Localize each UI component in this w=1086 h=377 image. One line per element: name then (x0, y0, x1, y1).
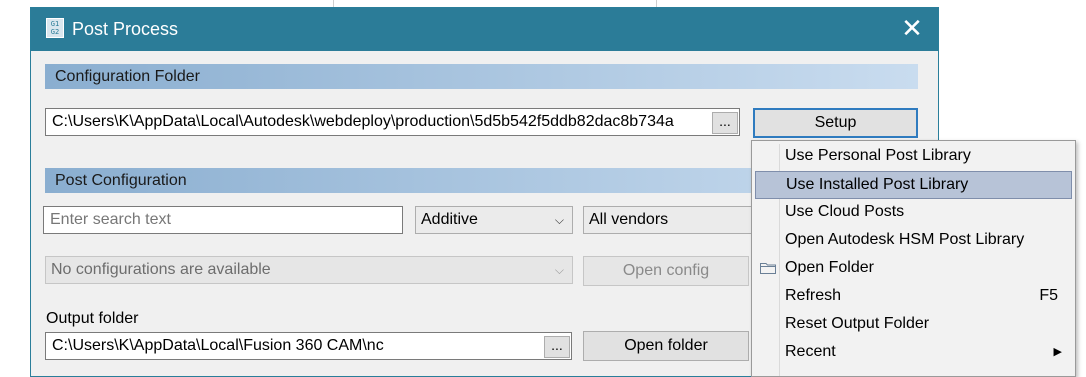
category-value: Additive (421, 211, 478, 228)
app-icon: G1 G2 (46, 18, 64, 38)
menu-item-use-cloud-posts[interactable]: Use Cloud Posts (755, 199, 1072, 227)
open-config-button[interactable]: Open config (583, 256, 749, 286)
search-placeholder: Enter search text (50, 211, 171, 228)
menu-item-shortcut: F5 (1039, 287, 1058, 304)
menu-item-reset-output-folder[interactable]: Reset Output Folder (755, 311, 1072, 339)
configuration-folder-browse-button[interactable]: ... (712, 112, 738, 134)
menu-item-use-personal-post-library[interactable]: Use Personal Post Library (755, 143, 1072, 171)
menu-item-refresh[interactable]: Refresh F5 (755, 283, 1072, 311)
configuration-select[interactable]: No configurations are available ⌵ (45, 256, 573, 284)
configuration-value: No configurations are available (51, 261, 271, 278)
menu-item-label: Recent (785, 343, 836, 360)
folder-icon (760, 263, 776, 274)
open-folder-button[interactable]: Open folder (583, 331, 749, 361)
menu-item-open-autodesk-hsm-post-library[interactable]: Open Autodesk HSM Post Library (755, 227, 1072, 255)
submenu-arrow-icon: ▶ (1053, 345, 1062, 358)
close-icon: ✕ (901, 14, 923, 44)
menu-item-label: Open Autodesk HSM Post Library (785, 231, 1025, 248)
menu-item-label: Use Cloud Posts (785, 203, 905, 220)
chevron-down-icon: ⌵ (554, 263, 564, 277)
menu-item-label: Open Folder (785, 259, 874, 276)
menu-item-open-folder[interactable]: Open Folder (755, 255, 1072, 283)
chevron-down-icon: ⌵ (554, 213, 564, 227)
menu-item-label: Use Personal Post Library (785, 147, 971, 164)
output-folder-label: Output folder (46, 310, 139, 327)
title-bar[interactable]: G1 G2 Post Process ✕ (31, 8, 938, 51)
configuration-folder-header: Configuration Folder (45, 64, 918, 89)
output-folder-path-text: C:\Users\K\AppData\Local\Fusion 360 CAM\… (52, 337, 384, 354)
output-folder-path-field[interactable]: C:\Users\K\AppData\Local\Fusion 360 CAM\… (45, 332, 572, 360)
vendor-value: All vendors (589, 211, 669, 228)
close-button[interactable]: ✕ (896, 13, 928, 45)
menu-item-label: Use Installed Post Library (786, 176, 969, 193)
menu-item-recent[interactable]: Recent ▶ (755, 339, 1072, 367)
menu-item-label: Reset Output Folder (785, 315, 930, 332)
setup-context-menu: Use Personal Post Library Use Installed … (751, 140, 1076, 377)
output-folder-browse-button[interactable]: ... (544, 336, 570, 358)
configuration-folder-path-field[interactable]: C:\Users\K\AppData\Local\Autodesk\webdep… (45, 108, 740, 136)
configuration-folder-path-text: C:\Users\K\AppData\Local\Autodesk\webdep… (52, 113, 674, 130)
window-title: Post Process (72, 19, 179, 39)
setup-button[interactable]: Setup (753, 108, 918, 138)
menu-item-use-installed-post-library[interactable]: Use Installed Post Library (755, 171, 1072, 199)
category-select[interactable]: Additive ⌵ (415, 206, 573, 234)
search-input[interactable]: Enter search text (43, 206, 403, 234)
menu-item-label: Refresh (785, 287, 842, 304)
